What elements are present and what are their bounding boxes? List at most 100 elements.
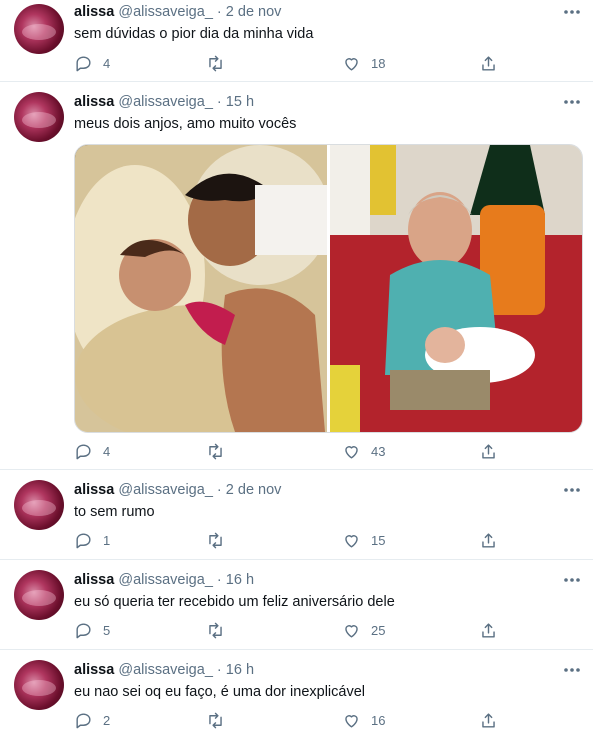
photo-grandmother-art bbox=[330, 145, 582, 432]
handle[interactable]: @alissaveiga_ bbox=[118, 482, 213, 498]
heart-icon bbox=[345, 445, 358, 459]
retweet-button[interactable] bbox=[206, 440, 235, 462]
retweet-button[interactable] bbox=[206, 619, 235, 641]
like-count: 18 bbox=[371, 55, 386, 71]
timestamp[interactable]: 15 h bbox=[226, 94, 254, 110]
retweet-icon bbox=[209, 55, 222, 71]
tweet-text: eu só queria ter recebido um feliz anive… bbox=[74, 594, 395, 610]
more-icon[interactable] bbox=[563, 96, 581, 108]
tweet-text: to sem rumo bbox=[74, 504, 155, 520]
tweet-text: sem dúvidas o pior dia da minha vida bbox=[74, 26, 314, 42]
handle[interactable]: @alissaveiga_ bbox=[118, 662, 213, 678]
display-name[interactable]: alissa bbox=[74, 4, 114, 20]
reply-count: 5 bbox=[103, 622, 111, 638]
timestamp[interactable]: 2 de nov bbox=[226, 4, 282, 20]
tweet-header: alissa @alissaveiga_ · 2 de nov bbox=[74, 482, 281, 498]
tweet-header: alissa @alissaveiga_ · 2 de nov bbox=[74, 4, 281, 20]
share-icon bbox=[482, 443, 495, 459]
retweet-icon bbox=[209, 622, 222, 638]
display-name[interactable]: alissa bbox=[74, 94, 114, 110]
photo-grandmother[interactable] bbox=[330, 145, 582, 432]
like-button[interactable]: 25 bbox=[342, 619, 385, 641]
retweet-button[interactable] bbox=[206, 709, 235, 731]
like-count: 25 bbox=[371, 622, 386, 638]
handle[interactable]: @alissaveiga_ bbox=[118, 572, 213, 588]
reply-count: 4 bbox=[103, 55, 111, 71]
avatar[interactable] bbox=[14, 480, 64, 530]
like-button[interactable]: 15 bbox=[342, 529, 385, 551]
avatar[interactable] bbox=[14, 4, 64, 54]
reply-button[interactable]: 4 bbox=[74, 52, 110, 74]
photo-sleeping[interactable] bbox=[75, 145, 330, 432]
retweet-icon bbox=[209, 712, 222, 728]
share-button[interactable] bbox=[479, 440, 498, 462]
heart-icon bbox=[345, 624, 358, 638]
display-name[interactable]: alissa bbox=[74, 572, 114, 588]
share-button[interactable] bbox=[479, 529, 498, 551]
media-grid[interactable] bbox=[74, 144, 583, 433]
tweet-text: eu nao sei oq eu faço, é uma dor inexpli… bbox=[74, 684, 365, 700]
more-icon[interactable] bbox=[563, 6, 581, 18]
reply-button[interactable]: 5 bbox=[74, 619, 110, 641]
reply-button[interactable]: 4 bbox=[74, 440, 110, 462]
share-button[interactable] bbox=[479, 619, 498, 641]
reply-icon bbox=[76, 443, 91, 459]
tweet[interactable]: alissa @alissaveiga_ · 16 h eu nao sei o… bbox=[0, 650, 593, 740]
retweet-button[interactable] bbox=[206, 52, 235, 74]
reply-count: 4 bbox=[103, 443, 111, 459]
more-icon[interactable] bbox=[563, 484, 581, 496]
handle[interactable]: @alissaveiga_ bbox=[118, 94, 213, 110]
share-icon bbox=[482, 55, 495, 71]
timestamp[interactable]: 16 h bbox=[226, 572, 254, 588]
action-bar: 4 18 bbox=[74, 52, 514, 74]
separator: · bbox=[216, 94, 222, 110]
heart-icon bbox=[345, 534, 358, 548]
avatar[interactable] bbox=[14, 92, 64, 142]
like-count: 43 bbox=[371, 443, 386, 459]
separator: · bbox=[216, 662, 222, 678]
action-bar: 4 43 bbox=[74, 440, 514, 462]
share-button[interactable] bbox=[479, 709, 498, 731]
retweet-button[interactable] bbox=[206, 529, 235, 551]
like-button[interactable]: 16 bbox=[342, 709, 385, 731]
reply-icon bbox=[76, 712, 91, 728]
retweet-icon bbox=[209, 532, 222, 548]
share-icon bbox=[482, 712, 495, 728]
like-count: 16 bbox=[371, 712, 386, 728]
retweet-icon bbox=[209, 443, 222, 459]
timestamp[interactable]: 16 h bbox=[226, 662, 254, 678]
reply-icon bbox=[76, 622, 91, 638]
reply-count: 1 bbox=[103, 532, 111, 548]
share-button[interactable] bbox=[479, 52, 498, 74]
reply-button[interactable]: 1 bbox=[74, 529, 110, 551]
handle[interactable]: @alissaveiga_ bbox=[118, 4, 213, 20]
separator: · bbox=[216, 4, 222, 20]
like-count: 15 bbox=[371, 532, 386, 548]
more-icon[interactable] bbox=[563, 574, 581, 586]
tweet-header: alissa @alissaveiga_ · 16 h bbox=[74, 662, 254, 678]
share-icon bbox=[482, 622, 495, 638]
display-name[interactable]: alissa bbox=[74, 662, 114, 678]
reply-icon bbox=[76, 532, 91, 548]
avatar[interactable] bbox=[14, 660, 64, 710]
tweet[interactable]: alissa @alissaveiga_ · 16 h eu só queria… bbox=[0, 560, 593, 650]
separator: · bbox=[216, 572, 222, 588]
reply-count: 2 bbox=[103, 712, 111, 728]
tweet-header: alissa @alissaveiga_ · 16 h bbox=[74, 572, 254, 588]
tweet[interactable]: alissa @alissaveiga_ · 15 h meus dois an… bbox=[0, 82, 593, 470]
like-button[interactable]: 43 bbox=[342, 440, 385, 462]
tweet[interactable]: alissa @alissaveiga_ · 2 de nov to sem r… bbox=[0, 470, 593, 560]
photo-sleeping-art bbox=[75, 145, 330, 432]
action-bar: 2 16 bbox=[74, 709, 514, 731]
tweet-header: alissa @alissaveiga_ · 15 h bbox=[74, 94, 254, 110]
more-icon[interactable] bbox=[563, 664, 581, 676]
like-button[interactable]: 18 bbox=[342, 52, 385, 74]
display-name[interactable]: alissa bbox=[74, 482, 114, 498]
tweet[interactable]: alissa @alissaveiga_ · 2 de nov sem dúvi… bbox=[0, 0, 593, 82]
heart-icon bbox=[345, 714, 358, 728]
tweet-text: meus dois anjos, amo muito vocês bbox=[74, 116, 297, 132]
timestamp[interactable]: 2 de nov bbox=[226, 482, 282, 498]
reply-button[interactable]: 2 bbox=[74, 709, 110, 731]
reply-icon bbox=[76, 55, 91, 71]
avatar[interactable] bbox=[14, 570, 64, 620]
